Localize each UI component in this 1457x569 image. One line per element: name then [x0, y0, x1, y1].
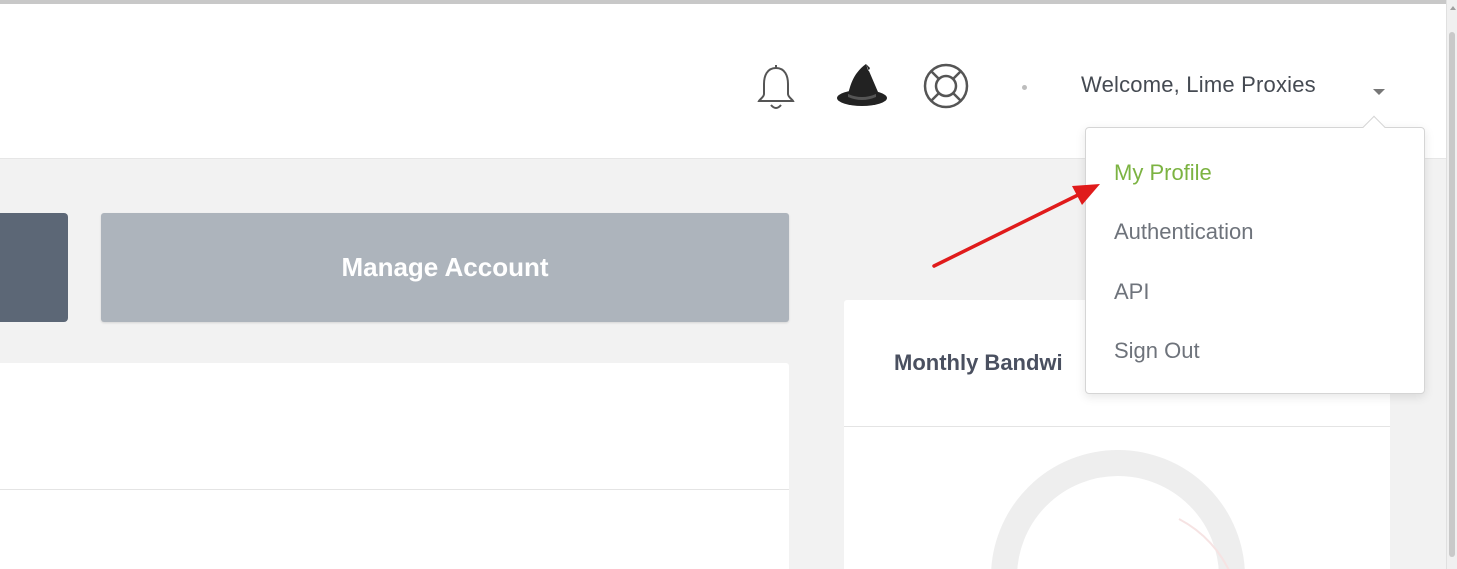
wizard-hat-icon[interactable]: [836, 62, 888, 112]
scrollbar-thumb[interactable]: [1449, 32, 1455, 557]
content-panel: [0, 363, 789, 569]
lifebuoy-icon[interactable]: [922, 62, 970, 110]
bandwidth-title: Monthly Bandwi: [894, 350, 1063, 375]
vertical-scrollbar[interactable]: [1446, 0, 1457, 569]
bandwidth-gauge: [991, 450, 1245, 569]
nav-button[interactable]: [0, 213, 68, 322]
scroll-up-icon[interactable]: [1450, 6, 1456, 10]
menu-item-api[interactable]: API: [1114, 279, 1149, 305]
menu-item-my-profile[interactable]: My Profile: [1114, 160, 1212, 186]
user-dropdown-menu: My Profile Authentication API Sign Out: [1085, 115, 1425, 394]
menu-item-sign-out[interactable]: Sign Out: [1114, 338, 1200, 364]
bell-icon[interactable]: [755, 64, 797, 114]
chevron-down-icon[interactable]: [1372, 84, 1386, 95]
manage-account-label: Manage Account: [341, 252, 549, 282]
user-menu-toggle[interactable]: Welcome, Lime Proxies: [1081, 72, 1316, 98]
menu-item-authentication[interactable]: Authentication: [1114, 219, 1253, 245]
separator-dot: [1022, 85, 1027, 90]
panel-divider: [0, 489, 789, 490]
manage-account-button[interactable]: Manage Account: [101, 213, 789, 322]
